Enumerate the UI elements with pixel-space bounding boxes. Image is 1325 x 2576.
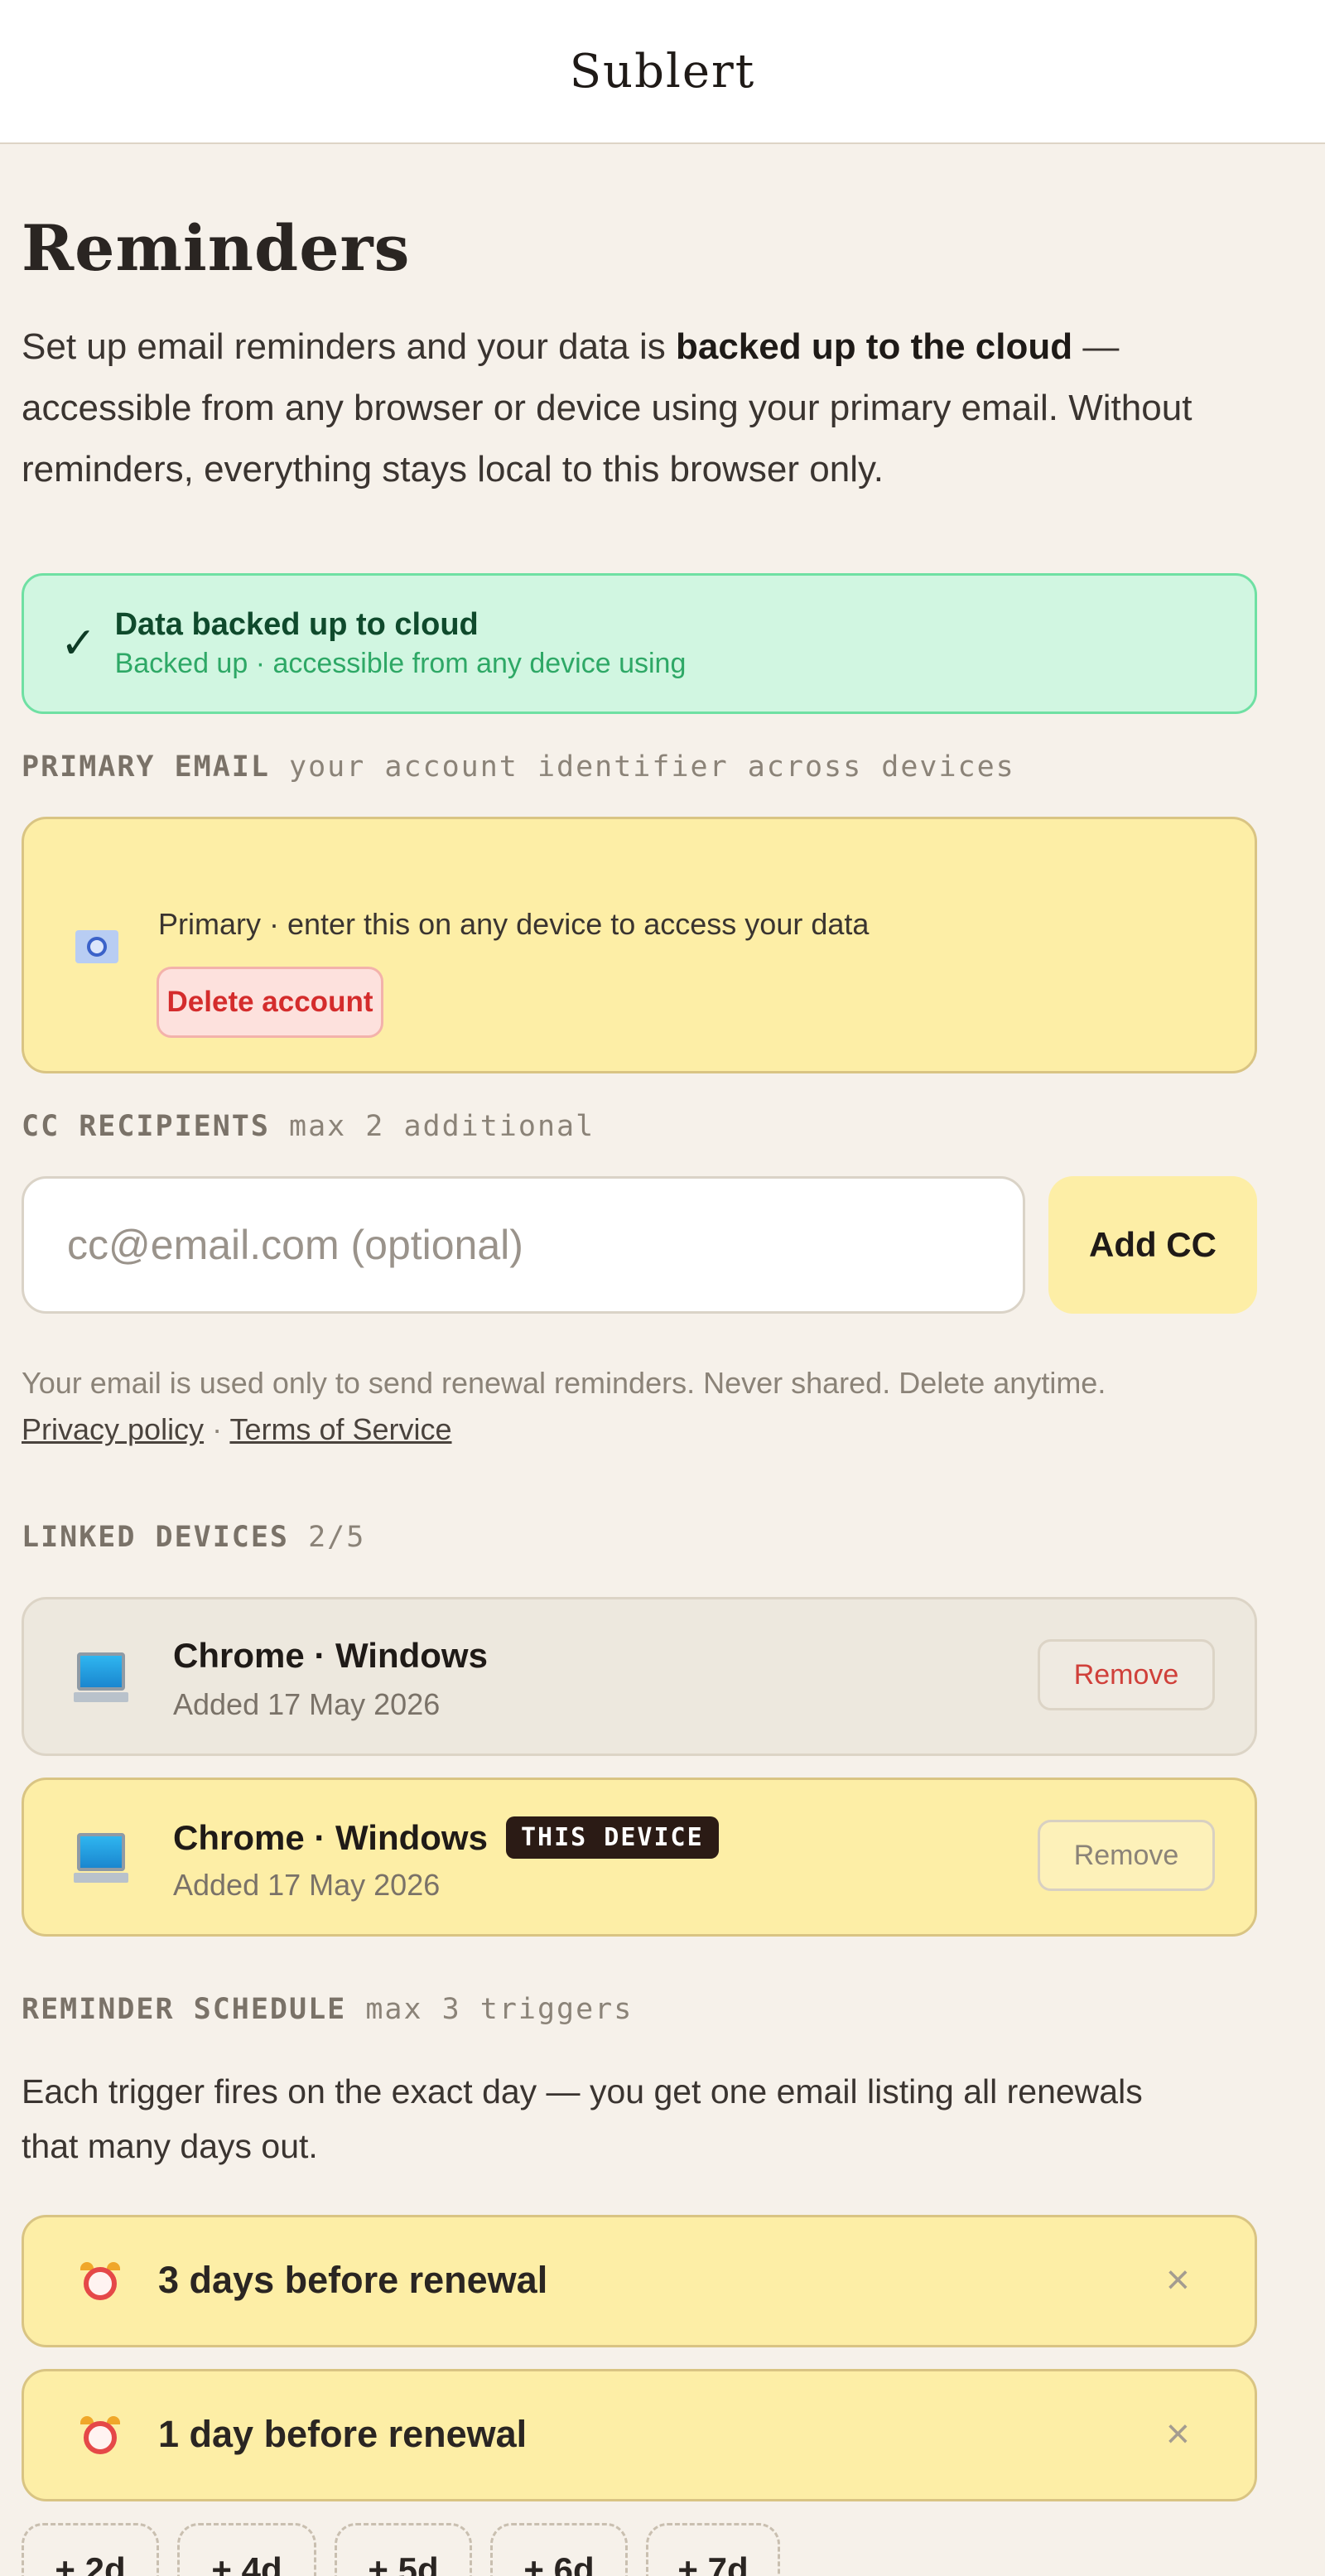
device-added-date: Added 17 May 2026 — [173, 1868, 441, 1902]
add-trigger-chip[interactable]: + 2d — [22, 2523, 159, 2576]
alarm-clock-icon — [80, 2416, 120, 2456]
reminder-schedule-heading: REMINDER SCHEDULE — [22, 1993, 347, 2026]
cc-email-input[interactable]: cc@email.com (optional) — [22, 1176, 1025, 1314]
intro-text-start: Set up email reminders and your data is — [22, 326, 676, 367]
add-trigger-chip[interactable]: + 6d — [490, 2523, 628, 2576]
intro-bold-text: backed up to the cloud — [675, 326, 1073, 367]
linked-devices-count: 2/5 — [308, 1521, 366, 1554]
remove-device-button[interactable]: Remove — [1038, 1820, 1215, 1891]
device-row-current: Chrome · Windows THIS DEVICE Added 17 Ma… — [22, 1778, 1257, 1937]
reminder-trigger: 1 day before renewal × — [22, 2369, 1257, 2501]
cc-recipients-heading: CC RECIPIENTS — [22, 1110, 270, 1143]
backup-status-title: Data backed up to cloud — [114, 607, 479, 642]
add-trigger-chip[interactable]: + 7d — [646, 2523, 780, 2576]
add-cc-button[interactable]: Add CC — [1048, 1176, 1257, 1314]
privacy-notice: Your email is used only to send renewal … — [22, 1360, 1303, 1453]
laptop-icon — [74, 1652, 128, 1707]
page-intro: Set up email reminders and your data is … — [22, 316, 1289, 500]
check-icon: ✓ — [60, 620, 97, 668]
cc-recipients-hint: max 2 additional — [289, 1110, 595, 1143]
primary-email-card: Primary · enter this on any device to ac… — [22, 817, 1257, 1073]
privacy-notice-text: Your email is used only to send renewal … — [22, 1366, 1106, 1400]
app-logo[interactable]: Sublert — [570, 45, 756, 99]
primary-email-hint: your account identifier across devices — [289, 750, 1015, 784]
link-separator: · — [212, 1412, 223, 1446]
linked-devices-heading: LINKED DEVICES — [22, 1521, 290, 1554]
reminder-trigger: 3 days before renewal × — [22, 2215, 1257, 2347]
remove-device-button[interactable]: Remove — [1038, 1639, 1215, 1710]
backup-status-banner: ✓ Data backed up to cloud Backed up · ac… — [22, 573, 1257, 714]
terms-of-service-link[interactable]: Terms of Service — [229, 1412, 451, 1446]
cc-recipients-label: CC RECIPIENTS max 2 additional — [22, 1110, 1303, 1143]
add-trigger-chip[interactable]: + 5d — [335, 2523, 472, 2576]
this-device-badge: THIS DEVICE — [505, 1816, 719, 1859]
alarm-clock-icon — [80, 2262, 120, 2302]
laptop-icon — [74, 1833, 128, 1888]
remove-trigger-button[interactable]: × — [1166, 2410, 1190, 2458]
reminder-schedule-hint: max 3 triggers — [365, 1993, 634, 2026]
primary-email-description: Primary · enter this on any device to ac… — [158, 907, 870, 941]
linked-devices-label: LINKED DEVICES 2/5 — [22, 1521, 1303, 1554]
add-trigger-options: + 2d + 4d + 5d + 6d + 7d — [22, 2523, 1303, 2576]
email-icon — [75, 930, 118, 963]
primary-email-heading: PRIMARY EMAIL — [22, 750, 270, 784]
backup-status-subtitle: Backed up · accessible from any device u… — [114, 648, 687, 679]
top-bar: Sublert — [0, 0, 1325, 144]
device-added-date: Added 17 May 2026 — [173, 1687, 441, 1721]
remove-trigger-button[interactable]: × — [1166, 2255, 1190, 2303]
device-name: Chrome · Windows — [173, 1636, 488, 1675]
schedule-intro: Each trigger fires on the exact day — yo… — [22, 2072, 1143, 2165]
device-name: Chrome · Windows — [173, 1817, 488, 1857]
privacy-policy-link[interactable]: Privacy policy — [22, 1412, 204, 1446]
add-trigger-chip[interactable]: + 4d — [177, 2523, 316, 2576]
trigger-label: 1 day before renewal — [158, 2413, 528, 2455]
device-row: Chrome · Windows Added 17 May 2026 Remov… — [22, 1597, 1257, 1756]
page-title: Reminders — [22, 211, 411, 285]
trigger-label: 3 days before renewal — [158, 2259, 548, 2301]
primary-email-label: PRIMARY EMAIL your account identifier ac… — [22, 750, 1303, 784]
reminder-schedule-label: REMINDER SCHEDULE max 3 triggers — [22, 1993, 1303, 2026]
device-name-wrapper: Chrome · Windows THIS DEVICE — [173, 1816, 719, 1859]
cc-row: cc@email.com (optional) Add CC — [22, 1176, 1303, 1314]
delete-account-button[interactable]: Delete account — [157, 967, 383, 1038]
reminders-page: Reminders Set up email reminders and you… — [0, 217, 1325, 2576]
